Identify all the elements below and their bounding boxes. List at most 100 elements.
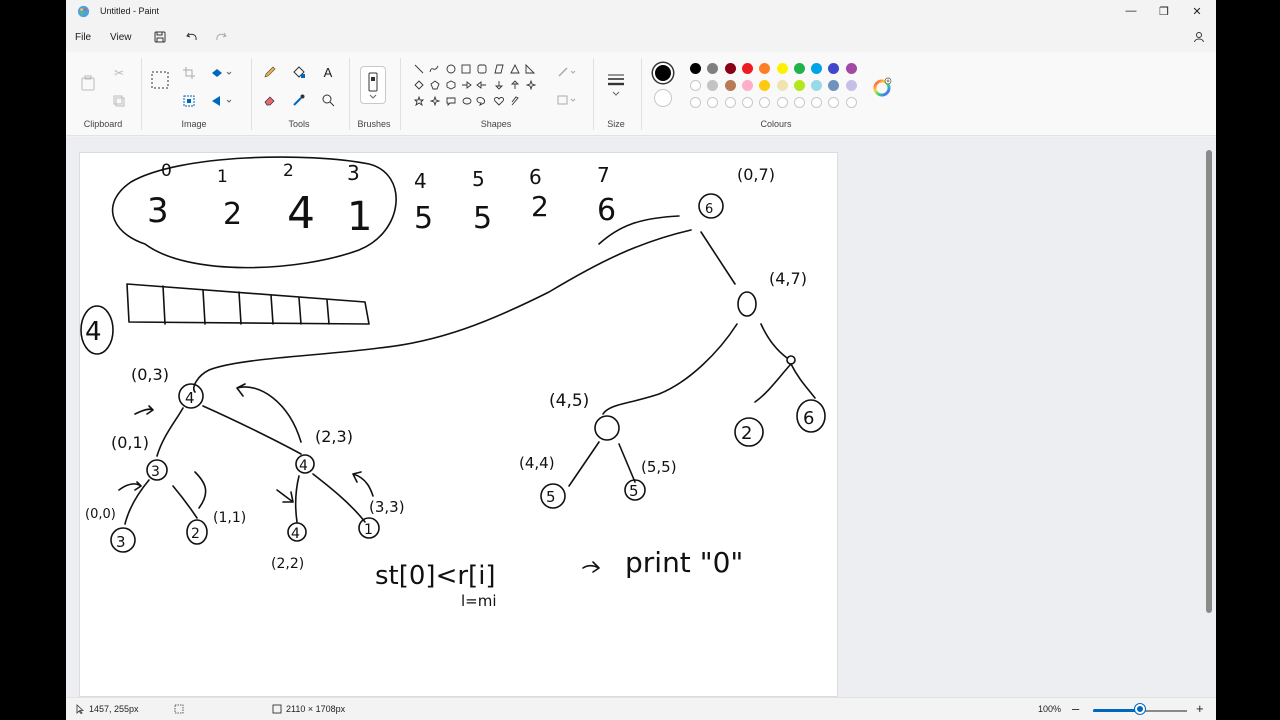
menu-bar: File View xyxy=(66,26,1216,48)
selection-icon xyxy=(151,71,169,89)
custom-color-slot[interactable] xyxy=(845,97,857,108)
color-swatch[interactable] xyxy=(724,63,736,74)
magnifier-button[interactable] xyxy=(319,91,337,109)
vertical-scrollbar[interactable] xyxy=(1206,150,1212,613)
text-button[interactable]: A xyxy=(319,63,337,81)
menu-file[interactable]: File xyxy=(75,32,91,43)
copy-button[interactable] xyxy=(110,92,128,110)
minimize-icon: — xyxy=(1125,5,1137,17)
zoom-slider-thumb[interactable] xyxy=(1135,704,1145,714)
zoom-level[interactable]: 100% xyxy=(1038,704,1061,714)
cursor-position-status: 1457, 255px xyxy=(76,704,139,714)
secondary-color-swatch[interactable] xyxy=(654,89,672,107)
index-label: 7 xyxy=(597,163,610,187)
array-value: 3 xyxy=(147,191,169,231)
paste-button[interactable] xyxy=(79,72,97,94)
node-range: (5,5) xyxy=(641,458,677,476)
array-value: 1 xyxy=(347,194,372,240)
index-label: 4 xyxy=(414,169,427,193)
array-value: 2 xyxy=(223,197,242,232)
outline-icon xyxy=(558,67,576,77)
color-swatch[interactable] xyxy=(741,63,753,74)
redo-icon xyxy=(216,32,227,41)
node-value: 6 xyxy=(803,408,814,429)
cursor-icon xyxy=(76,704,85,714)
color-swatch[interactable] xyxy=(690,63,701,74)
canvas-size-icon xyxy=(272,704,282,714)
restore-icon: ❐ xyxy=(1159,5,1169,18)
restore-button[interactable]: ❐ xyxy=(1149,2,1179,20)
color-swatch[interactable] xyxy=(845,80,857,91)
window-title: Untitled - Paint xyxy=(100,6,160,16)
crop-icon xyxy=(183,67,195,79)
crop-button[interactable] xyxy=(180,64,198,82)
custom-color-slot[interactable] xyxy=(690,97,701,108)
undo-button[interactable] xyxy=(183,29,201,45)
close-button[interactable]: ✕ xyxy=(1182,2,1212,20)
brushes-button[interactable] xyxy=(360,66,386,104)
rotate-icon xyxy=(212,69,232,77)
node-value: 1 xyxy=(364,522,373,538)
primary-color-swatch[interactable] xyxy=(653,63,673,83)
outline-button[interactable] xyxy=(555,63,579,81)
color-picker-button[interactable] xyxy=(290,91,308,109)
node-range: (1,1) xyxy=(213,510,246,526)
close-icon: ✕ xyxy=(1192,5,1202,18)
divider xyxy=(349,58,350,130)
custom-color-slot[interactable] xyxy=(793,97,805,108)
node-value: 4 xyxy=(299,458,308,474)
color-swatch[interactable] xyxy=(776,63,788,74)
node-range: (4,4) xyxy=(519,454,555,472)
cut-button[interactable]: ✂ xyxy=(110,64,128,82)
fill-button[interactable] xyxy=(290,63,308,81)
color-swatch[interactable] xyxy=(724,80,736,91)
custom-color-slot[interactable] xyxy=(776,97,788,108)
custom-color-slot[interactable] xyxy=(724,97,736,108)
fill-style-button[interactable] xyxy=(555,91,579,109)
eraser-button[interactable] xyxy=(261,91,279,109)
pencil-button[interactable] xyxy=(261,63,279,81)
paint-window: Untitled - Paint — ❐ ✕ File View ✂ Clipb… xyxy=(66,0,1216,720)
scissors-icon: ✂ xyxy=(113,66,125,80)
color-swatch[interactable] xyxy=(793,80,805,91)
redo-button[interactable] xyxy=(212,29,230,45)
selection-size-icon xyxy=(174,704,184,714)
select-button[interactable] xyxy=(150,70,170,90)
group-label-brushes: Brushes xyxy=(357,119,391,129)
zoom-out-button[interactable]: – xyxy=(1072,701,1079,716)
shapes-gallery[interactable] xyxy=(412,62,540,110)
save-button[interactable] xyxy=(151,29,169,45)
index-label: 6 xyxy=(529,165,542,189)
rotate-button[interactable] xyxy=(208,64,236,82)
fill-style-icon xyxy=(557,95,576,105)
node-range-root: (0,7) xyxy=(737,165,775,184)
color-swatch[interactable] xyxy=(845,63,857,74)
color-swatch[interactable] xyxy=(793,63,805,74)
custom-color-slot[interactable] xyxy=(741,97,753,108)
resize-button[interactable] xyxy=(180,92,198,110)
index-label: 2 xyxy=(283,161,294,181)
color-wheel-icon xyxy=(873,77,892,97)
flip-button[interactable] xyxy=(208,92,236,110)
zoom-in-button[interactable]: + xyxy=(1196,701,1204,716)
selection-size-status xyxy=(174,704,184,714)
minimize-button[interactable]: — xyxy=(1116,2,1146,20)
account-settings-button[interactable] xyxy=(1190,29,1208,45)
divider xyxy=(400,58,401,130)
canvas-size-status: 2110 × 1708px xyxy=(272,704,345,714)
fill-bucket-icon xyxy=(293,66,305,78)
size-button[interactable] xyxy=(604,70,628,98)
array-value: 2 xyxy=(531,190,549,223)
line-size-icon xyxy=(608,74,624,96)
edit-colours-button[interactable] xyxy=(871,76,893,98)
undo-icon xyxy=(186,32,197,41)
index-label: 5 xyxy=(472,167,485,191)
node-value: 2 xyxy=(741,423,752,444)
color-swatch[interactable] xyxy=(690,80,701,91)
menu-view[interactable]: View xyxy=(110,32,132,43)
index-label: 3 xyxy=(347,161,360,185)
color-swatch[interactable] xyxy=(776,80,788,91)
color-swatch[interactable] xyxy=(741,80,753,91)
group-label-size: Size xyxy=(607,119,625,129)
resize-icon xyxy=(183,95,195,107)
